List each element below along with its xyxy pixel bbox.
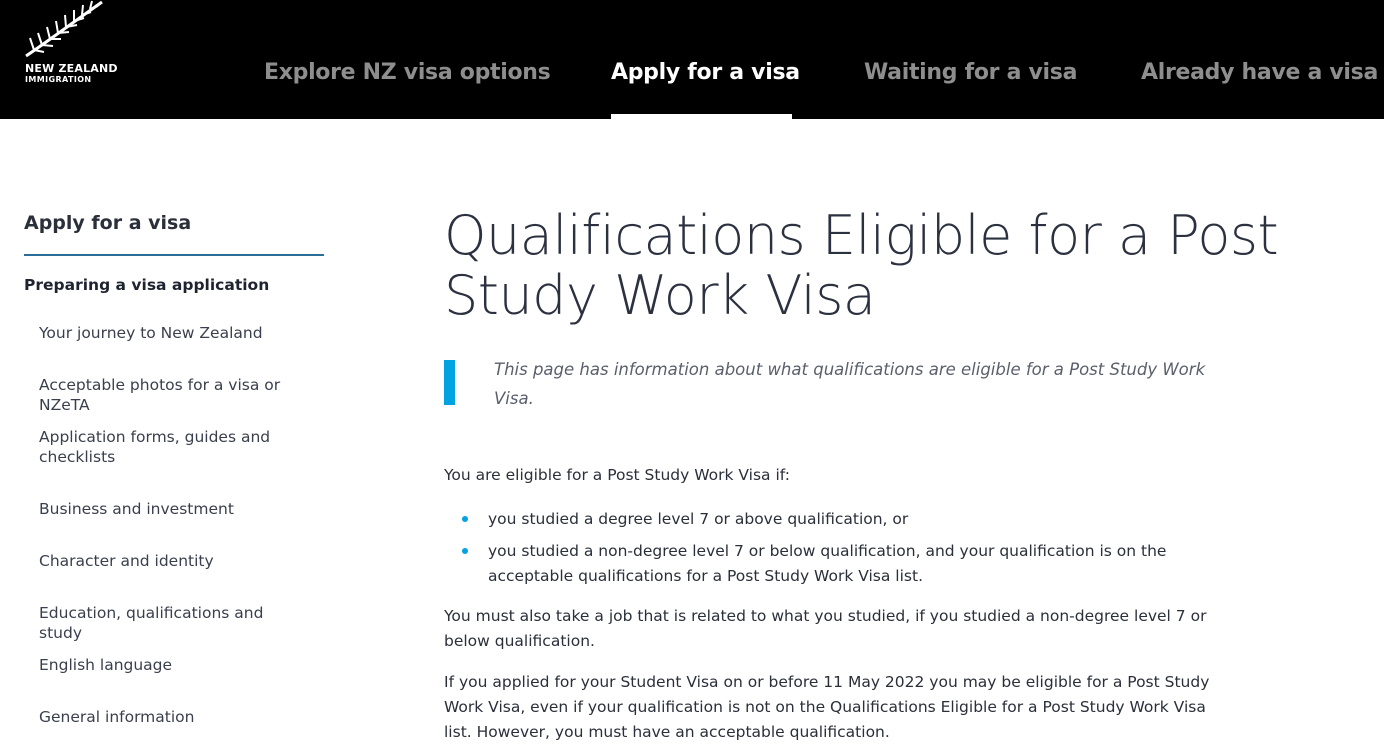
sidebar-item-character-identity[interactable]: Character and identity — [39, 551, 309, 571]
sidebar-item-acceptable-photos[interactable]: Acceptable photos for a visa or NZeTA — [39, 375, 309, 415]
nav-apply-for-a-visa[interactable]: Apply for a visa — [611, 60, 800, 85]
nav-waiting-for-a-visa[interactable]: Waiting for a visa — [864, 60, 1077, 85]
nav-active-indicator — [611, 114, 792, 119]
nz-immigration-logo[interactable]: NEW ZEALAND IMMIGRATION — [24, 0, 124, 90]
sidebar-item-business-investment[interactable]: Business and investment — [39, 499, 309, 519]
sidebar-item-application-forms[interactable]: Application forms, guides and checklists — [39, 427, 279, 467]
site-header: NEW ZEALAND IMMIGRATION Explore NZ visa … — [0, 0, 1384, 119]
nav-explore-visa-options[interactable]: Explore NZ visa options — [264, 60, 551, 85]
bullet-dot-icon — [462, 548, 468, 554]
logo-title: NEW ZEALAND — [25, 62, 118, 75]
silver-fern-icon — [25, 0, 103, 58]
page-title: Qualifications Eligible for a Post Study… — [444, 204, 1279, 327]
student-visa-paragraph: If you applied for your Student Visa on … — [444, 673, 1210, 741]
list-item-text: you studied a non-degree level 7 or belo… — [488, 542, 1167, 585]
sidebar-item-general-information[interactable]: General information — [39, 707, 309, 727]
sidebar-divider — [24, 254, 324, 256]
sidebar-section-preparing[interactable]: Preparing a visa application — [24, 276, 269, 294]
intro-summary: This page has information about what qua… — [494, 360, 1206, 408]
sidebar-item-your-journey[interactable]: Your journey to New Zealand — [39, 323, 309, 343]
bullet-dot-icon — [462, 516, 468, 522]
list-item-text: you studied a degree level 7 or above qu… — [488, 510, 909, 528]
job-requirement-paragraph: You must also take a job that is related… — [444, 607, 1207, 650]
nav-already-have-a-visa[interactable]: Already have a visa — [1141, 60, 1378, 85]
eligibility-lead: You are eligible for a Post Study Work V… — [444, 466, 790, 484]
sidebar-title[interactable]: Apply for a visa — [24, 212, 191, 234]
intro-accent-bar — [444, 360, 455, 405]
logo-subtitle: IMMIGRATION — [25, 75, 92, 84]
sidebar-item-english-language[interactable]: English language — [39, 655, 309, 675]
sidebar-item-education[interactable]: Education, qualifications and study — [39, 603, 309, 643]
